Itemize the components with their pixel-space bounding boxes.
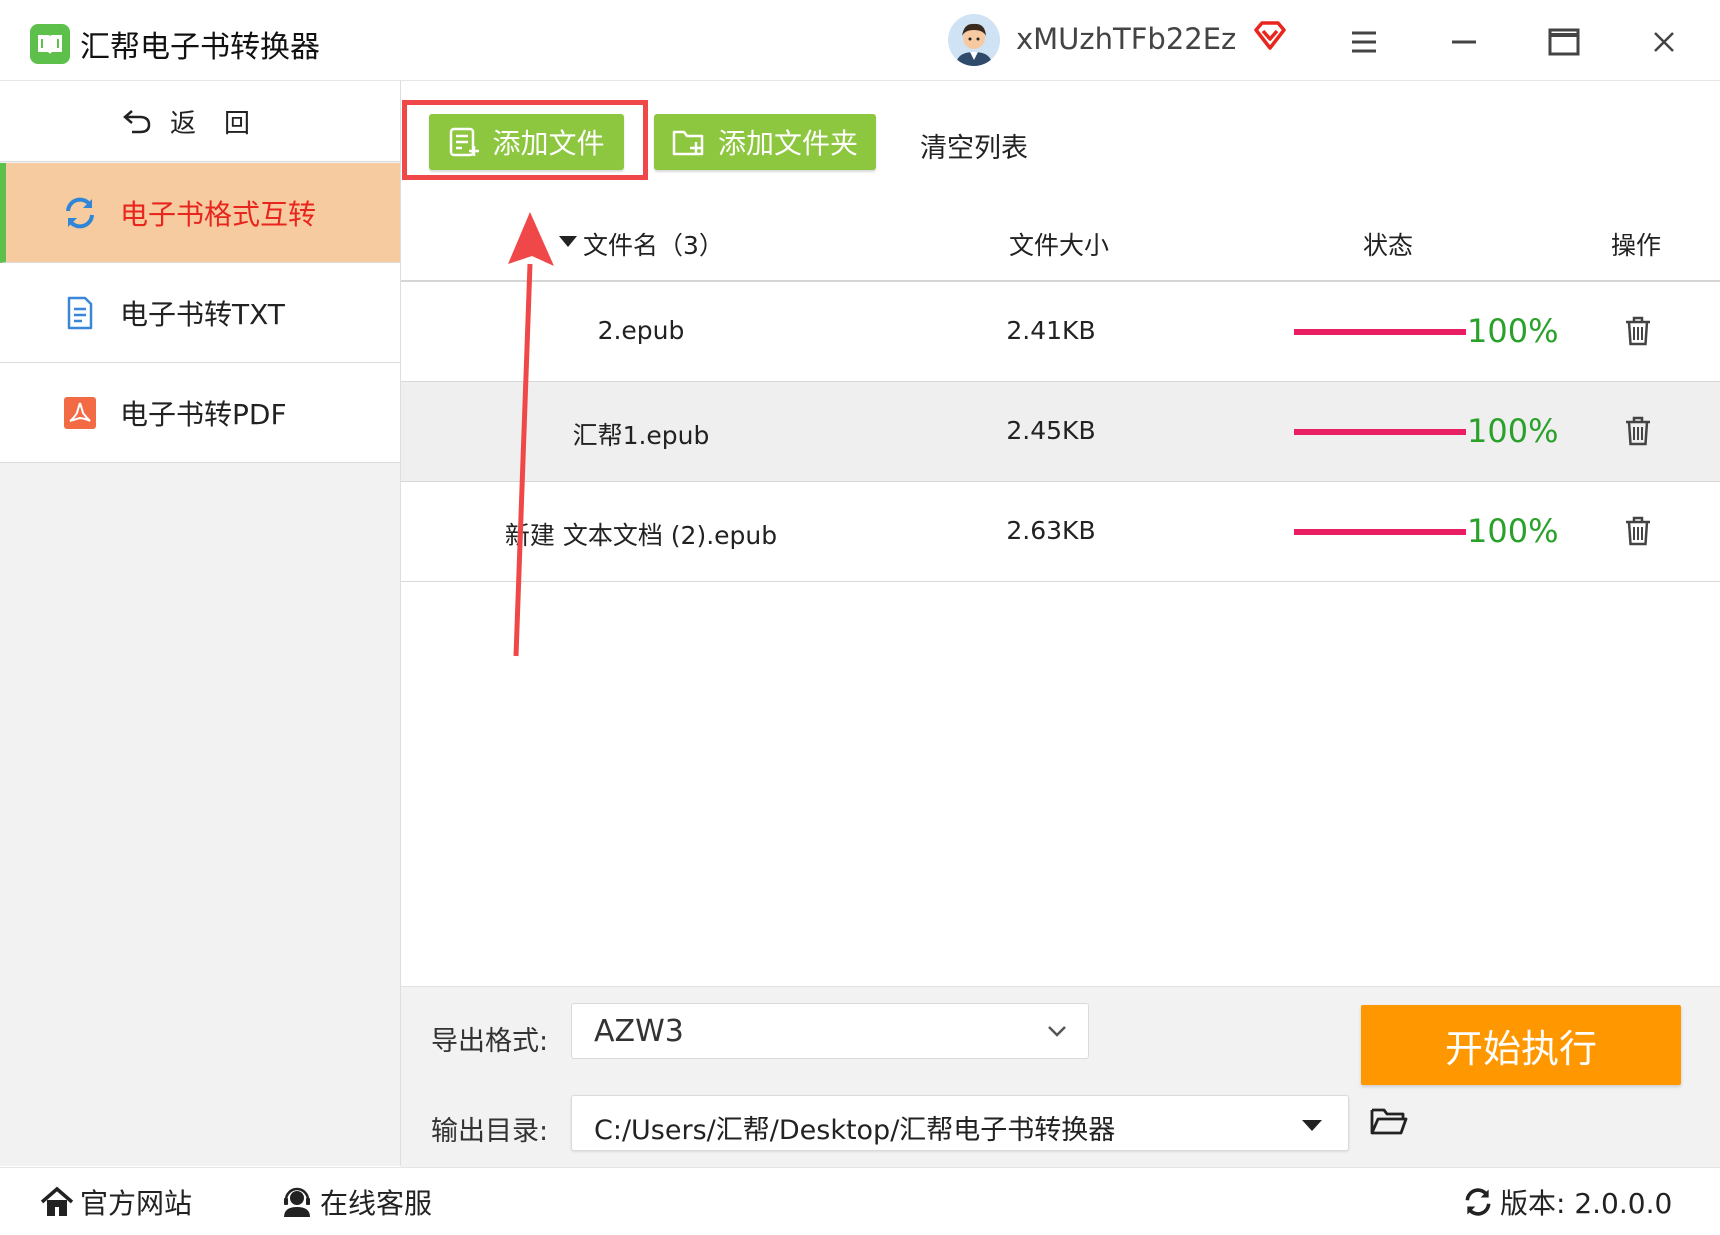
file-size: 2.63KB: [1006, 516, 1096, 545]
back-button[interactable]: 返回: [0, 81, 400, 162]
format-label: 导出格式:: [431, 1026, 549, 1057]
column-header-size: 文件大小: [1009, 231, 1110, 260]
file-name: 2.epub: [597, 316, 685, 345]
sidebar-item-to-txt[interactable]: 电子书转TXT: [0, 263, 400, 363]
avatar[interactable]: [948, 14, 1000, 66]
version-label: 版本: 2.0.0.0: [1500, 1187, 1673, 1220]
refresh-icon: [1465, 1188, 1491, 1216]
maximize-icon[interactable]: [1542, 20, 1586, 64]
annotation-arrow: [508, 212, 554, 657]
version-info: 版本: 2.0.0.0: [1462, 1182, 1672, 1222]
online-support-link[interactable]: 在线客服: [280, 1182, 432, 1222]
chevron-down-icon: [1048, 1026, 1066, 1037]
progress-label: 100%: [1467, 312, 1559, 350]
file-size: 2.41KB: [1006, 316, 1096, 345]
progress-bar: [1294, 529, 1466, 535]
sidebar-item-label: 电子书格式互转: [120, 197, 317, 231]
status-bar: 官方网站 在线客服 版本: 2.0.0.0: [0, 1167, 1720, 1235]
progress-bar: [1294, 329, 1466, 335]
sort-caret-icon[interactable]: [559, 236, 577, 247]
file-size: 2.45KB: [1006, 416, 1096, 445]
official-site-label: 官方网站: [80, 1187, 193, 1220]
sidebar-item-format-convert[interactable]: 电子书格式互转: [0, 163, 400, 263]
progress-fill: [1294, 429, 1466, 435]
online-support-label: 在线客服: [320, 1187, 433, 1220]
output-dir-value: C:/Users/汇帮/Desktop/汇帮电子书转换器: [594, 1115, 1116, 1146]
output-dir-label: 输出目录:: [431, 1116, 549, 1147]
pdf-icon: [62, 395, 98, 431]
add-folder-label: 添加文件夹: [717, 127, 858, 160]
title-bar: 汇帮电子书转换器 xMUzhTFb22Ez: [0, 0, 1720, 81]
add-folder-icon: [672, 130, 704, 156]
folder-open-icon[interactable]: [1369, 1101, 1409, 1141]
diamond-icon[interactable]: [1252, 18, 1288, 54]
add-file-icon: [450, 127, 480, 157]
sidebar-item-label: 电子书转PDF: [120, 397, 287, 431]
table-row[interactable]: 新建 文本文档 (2).epub 2.63KB 100%: [401, 482, 1720, 582]
document-icon: [62, 295, 98, 331]
add-file-button[interactable]: 添加文件: [429, 114, 624, 170]
table-header: 文件名（3） 文件大小 状态 操作: [401, 200, 1720, 282]
settings-panel: 导出格式: AZW3 输出目录: C:/Users/汇帮/Desktop/汇帮电…: [401, 986, 1720, 1167]
clear-list-button[interactable]: 清空列表: [920, 126, 1028, 165]
table-row[interactable]: 汇帮1.epub 2.45KB 100%: [401, 382, 1720, 482]
file-name: 新建 文本文档 (2).epub: [504, 521, 778, 550]
progress-fill: [1294, 529, 1466, 535]
format-select[interactable]: AZW3: [571, 1003, 1089, 1059]
sidebar: 返回 电子书格式互转 电子书转TXT 电子书转PDF: [0, 81, 401, 1166]
column-header-action: 操作: [1611, 231, 1662, 260]
column-header-name[interactable]: 文件名（3）: [583, 226, 724, 262]
back-label: 返回: [169, 108, 278, 139]
undo-arrow-icon: [123, 110, 151, 134]
close-icon[interactable]: [1642, 20, 1686, 64]
file-name: 汇帮1.epub: [572, 421, 710, 450]
format-value: AZW3: [594, 1014, 684, 1049]
sidebar-item-to-pdf[interactable]: 电子书转PDF: [0, 363, 400, 463]
trash-icon[interactable]: [1621, 414, 1655, 448]
minimize-icon[interactable]: [1442, 20, 1486, 64]
book-icon: [30, 24, 70, 64]
official-site-link[interactable]: 官方网站: [40, 1182, 192, 1222]
caret-down-icon: [1302, 1120, 1322, 1131]
start-button[interactable]: 开始执行: [1361, 1005, 1681, 1085]
output-dir-select[interactable]: C:/Users/汇帮/Desktop/汇帮电子书转换器: [571, 1095, 1349, 1151]
trash-icon[interactable]: [1621, 314, 1655, 348]
table-row[interactable]: 2.epub 2.41KB 100%: [401, 282, 1720, 382]
refresh-icon: [62, 195, 98, 231]
hamburger-icon[interactable]: [1342, 20, 1386, 64]
progress-bar: [1294, 429, 1466, 435]
sidebar-item-label: 电子书转TXT: [120, 297, 285, 331]
trash-icon[interactable]: [1621, 514, 1655, 548]
progress-label: 100%: [1467, 412, 1559, 450]
home-icon: [40, 1186, 74, 1216]
app-title: 汇帮电子书转换器: [80, 30, 320, 65]
add-folder-button[interactable]: 添加文件夹: [654, 114, 876, 170]
add-file-label: 添加文件: [492, 127, 605, 160]
progress-fill: [1294, 329, 1466, 335]
column-header-status: 状态: [1363, 231, 1414, 260]
progress-label: 100%: [1467, 512, 1559, 550]
username: xMUzhTFb22Ez: [1016, 22, 1237, 56]
headset-icon: [284, 1187, 310, 1217]
